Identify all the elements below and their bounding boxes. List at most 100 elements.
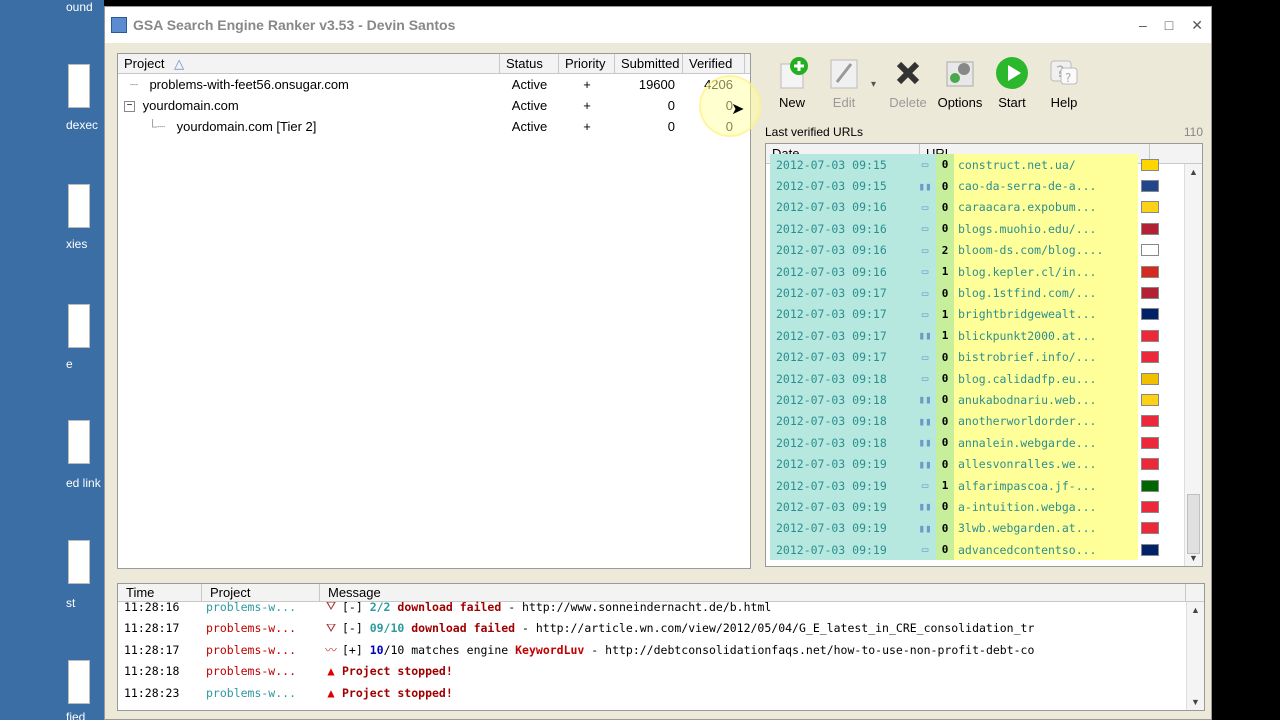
- url-row[interactable]: 2012-07-03 09:19 ▭ 0 advancedcontentso...: [770, 539, 1202, 561]
- url-row[interactable]: 2012-07-03 09:16 ▭ 1 blog.kepler.cl/in...: [770, 260, 1202, 283]
- file-icon[interactable]: [68, 420, 90, 464]
- minimize-button[interactable]: –: [1139, 17, 1147, 34]
- log-panel[interactable]: Time Project Message 11:28:16 problems-w.…: [117, 583, 1205, 711]
- delete-button[interactable]: Delete: [883, 55, 933, 110]
- project-row[interactable]: ┈ problems-with-feet56.onsugar.com Activ…: [118, 74, 750, 95]
- url-row[interactable]: 2012-07-03 09:15 ▮▮ 0 cao-da-serra-de-a...: [770, 175, 1202, 197]
- url-row[interactable]: 2012-07-03 09:18 ▮▮ 0 anukabodnariu.web...: [770, 389, 1202, 411]
- column-priority[interactable]: Priority: [559, 54, 615, 73]
- new-button[interactable]: New: [767, 55, 817, 110]
- column-message[interactable]: Message: [320, 584, 1186, 601]
- url-row[interactable]: 2012-07-03 09:15 ▭ 0 construct.net.ua/: [770, 154, 1202, 176]
- log-project: problems-w...: [206, 642, 297, 657]
- url-row[interactable]: 2012-07-03 09:19 ▮▮ 0 a-intuition.webga...: [770, 496, 1202, 518]
- url-date: 2012-07-03 09:19: [770, 496, 914, 518]
- tree-line-icon: ┈: [130, 76, 138, 92]
- book-icon: ▮▮: [914, 389, 936, 411]
- column-time[interactable]: Time: [118, 584, 202, 601]
- scroll-thumb[interactable]: [1187, 494, 1200, 554]
- log-row[interactable]: 11:28:16 problems-w... ⛛ [-] 2/2 download f…: [118, 596, 1204, 618]
- column-log-project[interactable]: Project: [202, 584, 320, 601]
- url-row[interactable]: 2012-07-03 09:18 ▮▮ 0 annalein.webgarde...: [770, 432, 1202, 454]
- url-row[interactable]: 2012-07-03 09:17 ▭ 1 brightbridgewealt...: [770, 303, 1202, 326]
- column-project[interactable]: Project △: [118, 54, 500, 73]
- help-button[interactable]: ?? Help: [1039, 55, 1089, 110]
- url-row[interactable]: 2012-07-03 09:17 ▮▮ 1 blickpunkt2000.at...: [770, 325, 1202, 347]
- sort-ascending-icon: △: [174, 56, 185, 71]
- last-verified-title: Last verified URLs: [765, 125, 864, 139]
- url-link[interactable]: a-intuition.webga...: [954, 496, 1138, 518]
- url-link[interactable]: allesvonralles.we...: [954, 453, 1138, 475]
- url-date: 2012-07-03 09:16: [770, 218, 914, 240]
- scroll-up-icon[interactable]: ▲: [1185, 164, 1202, 180]
- url-row[interactable]: 2012-07-03 09:16 ▭ 0 caraacara.expobum...: [770, 196, 1202, 219]
- url-link[interactable]: blickpunkt2000.at...: [954, 325, 1138, 347]
- url-row[interactable]: 2012-07-03 09:19 ▭ 1 alfarimpascoa.jf-...: [770, 474, 1202, 497]
- log-row[interactable]: 11:28:17 problems-w... ⛛ [-] 09/10 download…: [118, 618, 1204, 640]
- scroll-down-icon[interactable]: ▼: [1185, 550, 1202, 566]
- url-link[interactable]: blog.calidadfp.eu...: [954, 367, 1138, 390]
- start-button[interactable]: Start: [987, 55, 1037, 110]
- url-link[interactable]: brightbridgewealt...: [954, 303, 1138, 326]
- edit-button[interactable]: Edit: [819, 55, 869, 110]
- url-row[interactable]: 2012-07-03 09:16 ▭ 0 blogs.muohio.edu/...: [770, 218, 1202, 240]
- url-row[interactable]: 2012-07-03 09:17 ▭ 0 bistrobrief.info/...: [770, 346, 1202, 368]
- url-link[interactable]: bistrobrief.info/...: [954, 346, 1138, 368]
- url-link[interactable]: cao-da-serra-de-a...: [954, 175, 1138, 197]
- project-row[interactable]: − yourdomain.com Active + 0 0: [118, 95, 750, 116]
- comment-icon: ▭: [914, 367, 936, 390]
- file-icon[interactable]: [68, 660, 90, 704]
- url-row[interactable]: 2012-07-03 09:19 ▮▮ 0 allesvonralles.we...: [770, 453, 1202, 475]
- new-label: New: [778, 95, 805, 110]
- url-link[interactable]: construct.net.ua/: [954, 154, 1138, 176]
- comment-icon: ▭: [914, 260, 936, 283]
- url-row[interactable]: 2012-07-03 09:18 ▮▮ 0 anotherworldorder...: [770, 410, 1202, 433]
- close-button[interactable]: ✕: [1191, 17, 1203, 34]
- column-status[interactable]: Status: [500, 54, 559, 73]
- column-submitted[interactable]: Submitted: [615, 54, 683, 73]
- file-icon[interactable]: [68, 540, 90, 584]
- project-priority: +: [583, 98, 591, 113]
- url-row[interactable]: 2012-07-03 09:17 ▭ 0 blog.1stfind.com/...: [770, 282, 1202, 304]
- file-icon[interactable]: [68, 304, 90, 348]
- scroll-up-icon[interactable]: ▲: [1187, 602, 1204, 618]
- url-link[interactable]: caraacara.expobum...: [954, 196, 1138, 219]
- edit-dropdown-icon[interactable]: ▾: [871, 55, 883, 110]
- title-bar[interactable]: GSA Search Engine Ranker v3.53 - Devin S…: [105, 7, 1211, 43]
- log-scrollbar[interactable]: ▲ ▼: [1186, 602, 1204, 710]
- url-link[interactable]: advancedcontentso...: [954, 539, 1138, 561]
- url-link[interactable]: 3lwb.webgarden.at...: [954, 517, 1138, 540]
- comment-icon: ▭: [914, 239, 936, 261]
- file-icon[interactable]: [68, 184, 90, 228]
- url-link[interactable]: blog.1stfind.com/...: [954, 282, 1138, 304]
- log-row[interactable]: 11:28:23 problems-w... ▲ Project stopped!: [118, 682, 1204, 704]
- maximize-button[interactable]: □: [1165, 17, 1173, 34]
- url-link[interactable]: annalein.webgarde...: [954, 432, 1138, 454]
- url-link[interactable]: anotherworldorder...: [954, 410, 1138, 433]
- file-icon[interactable]: [68, 64, 90, 108]
- scroll-down-icon[interactable]: ▼: [1187, 694, 1204, 710]
- url-link[interactable]: anukabodnariu.web...: [954, 389, 1138, 411]
- country-flag-icon: [1141, 180, 1159, 193]
- url-link[interactable]: blogs.muohio.edu/...: [954, 218, 1138, 240]
- url-row[interactable]: 2012-07-03 09:19 ▮▮ 0 3lwb.webgarden.at...: [770, 517, 1202, 540]
- log-row[interactable]: 11:28:18 problems-w... ▲ Project stopped!: [118, 661, 1204, 683]
- project-list[interactable]: Project △ Status Priority Submitted Veri…: [117, 53, 751, 569]
- book-icon: ▮▮: [914, 432, 936, 454]
- url-link[interactable]: bloom-ds.com/blog....: [954, 239, 1138, 261]
- collapse-icon[interactable]: −: [124, 101, 135, 113]
- log-row[interactable]: 11:28:17 problems-w... 〰 [+] 10/10 matches …: [118, 639, 1204, 661]
- log-project: problems-w...: [206, 685, 297, 700]
- desktop-icon-label: ed link: [66, 476, 101, 490]
- url-row[interactable]: 2012-07-03 09:16 ▭ 2 bloom-ds.com/blog....: [770, 239, 1202, 261]
- options-button[interactable]: Options: [935, 55, 985, 110]
- url-link[interactable]: alfarimpascoa.jf-...: [954, 474, 1138, 497]
- verified-url-list[interactable]: Date URL 2012-07-03 09:15▭0construct.net…: [765, 143, 1203, 567]
- url-link[interactable]: blog.kepler.cl/in...: [954, 260, 1138, 283]
- project-name-cell: ┈ problems-with-feet56.onsugar.com: [118, 77, 500, 93]
- project-row[interactable]: └┈ yourdomain.com [Tier 2] Active + 0 0: [118, 116, 750, 137]
- edit-icon: [826, 55, 862, 91]
- url-row[interactable]: 2012-07-03 09:18 ▭ 0 blog.calidadfp.eu...: [770, 367, 1202, 390]
- url-list-scrollbar[interactable]: ▲ ▼: [1184, 164, 1202, 566]
- column-verified[interactable]: Verified: [683, 54, 745, 73]
